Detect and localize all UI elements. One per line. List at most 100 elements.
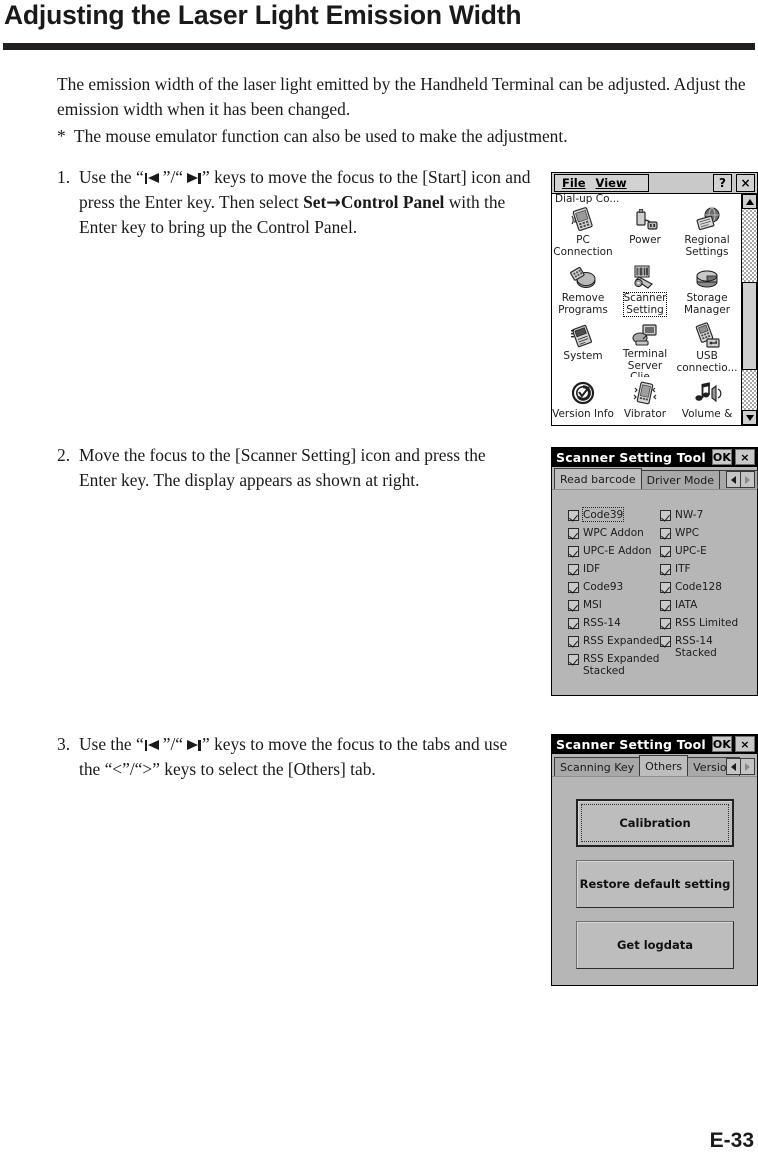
control-panel-item-storage-manager[interactable]: Storage Manager bbox=[676, 261, 738, 319]
tabstrip-read-barcode: Read barcode Driver Mode Read bbox=[552, 467, 758, 489]
control-panel-item-volume-and-sounds[interactable]: Volume & bbox=[676, 377, 738, 425]
titlebar-buttons: OK × bbox=[712, 449, 755, 465]
scanner-setting-tool-window-read-barcode[interactable]: Scanner Setting Tool OK × Read barcode D… bbox=[551, 447, 758, 696]
checkbox-itf[interactable]: ITF bbox=[660, 562, 752, 580]
checkbox-msi[interactable]: MSI bbox=[568, 598, 660, 616]
tab-scanning-key[interactable]: Scanning Key bbox=[554, 757, 641, 776]
checkbox-checked-icon[interactable] bbox=[660, 528, 671, 539]
tab-read-barcode[interactable]: Read barcode bbox=[554, 468, 642, 489]
checkbox-checked-icon[interactable] bbox=[660, 510, 671, 521]
control-panel-window[interactable]: File View ? × Dial-up Co... PC Connectio… bbox=[551, 172, 758, 426]
previous-key-icon bbox=[144, 173, 162, 184]
scrollbar-thumb[interactable] bbox=[742, 282, 757, 370]
restore-default-setting-button[interactable]: Restore default setting bbox=[576, 860, 734, 908]
checkbox-rss14-stacked[interactable]: RSS-14 Stacked bbox=[660, 634, 752, 659]
tab-driver-mode[interactable]: Driver Mode bbox=[640, 470, 720, 489]
checkbox-nw7[interactable]: NW-7 bbox=[660, 508, 752, 526]
checkbox-rss-expanded-stacked[interactable]: RSS Expanded Stacked bbox=[568, 652, 660, 678]
menu-item-view[interactable]: View bbox=[596, 176, 627, 190]
checkbox-checked-icon[interactable] bbox=[660, 546, 671, 557]
checkbox-label: UPC-E Addon bbox=[583, 545, 652, 557]
checkbox-iata[interactable]: IATA bbox=[660, 598, 752, 616]
previous-key-icon bbox=[144, 740, 162, 751]
remove-programs-icon bbox=[568, 263, 598, 293]
control-panel-item-label: Version Info bbox=[552, 409, 614, 420]
checkbox-checked-icon[interactable] bbox=[660, 582, 671, 593]
step-1-text-part1: Use the “ bbox=[79, 167, 144, 187]
checkbox-code128[interactable]: Code128 bbox=[660, 580, 752, 598]
checkbox-checked-icon[interactable] bbox=[568, 582, 579, 593]
checkbox-checked-icon[interactable] bbox=[660, 600, 671, 611]
tab-scroll-right-icon[interactable] bbox=[740, 471, 755, 488]
checkbox-checked-icon[interactable] bbox=[568, 510, 579, 521]
checkbox-checked-icon[interactable] bbox=[568, 654, 579, 665]
checkbox-rss14[interactable]: RSS-14 bbox=[568, 616, 660, 634]
tab-others[interactable]: Others bbox=[639, 755, 689, 776]
checkbox-checked-icon[interactable] bbox=[568, 636, 579, 647]
scanner-window-titlebar: Scanner Setting Tool OK × bbox=[552, 448, 757, 467]
control-panel-item-system[interactable]: System bbox=[552, 319, 614, 377]
control-panel-vertical-scrollbar[interactable] bbox=[741, 194, 757, 425]
step-3: 3. Use the “”/“” keys to move the focus … bbox=[57, 732, 527, 781]
help-icon[interactable]: ? bbox=[713, 174, 732, 192]
checkbox-wpc-addon[interactable]: WPC Addon bbox=[568, 526, 660, 544]
terminal-server-client-icon bbox=[630, 321, 660, 349]
checkbox-checked-icon[interactable] bbox=[568, 546, 579, 557]
tab-scroll-buttons[interactable] bbox=[726, 758, 755, 775]
scanner-setting-tool-window-others[interactable]: Scanner Setting Tool OK × Scanning Key O… bbox=[551, 734, 758, 986]
control-panel-item-pc-connection[interactable]: PC Connection bbox=[552, 203, 614, 261]
control-panel-item-label: Volume & bbox=[681, 409, 733, 420]
checkbox-upce-addon[interactable]: UPC-E Addon bbox=[568, 544, 660, 562]
control-panel-item-regional-settings[interactable]: Regional Settings bbox=[676, 203, 738, 261]
checkbox-checked-icon[interactable] bbox=[660, 564, 671, 575]
checkbox-rss-limited[interactable]: RSS Limited bbox=[660, 616, 752, 634]
calibration-button[interactable]: Calibration bbox=[576, 799, 734, 847]
menu-item-file[interactable]: File bbox=[562, 176, 586, 190]
control-panel-item-vibrator[interactable]: Vibrator bbox=[614, 377, 676, 425]
title-rule bbox=[3, 43, 755, 50]
step-3-text-part1: Use the “ bbox=[79, 734, 144, 754]
step-1: 1. Use the “”/“” keys to move the focus … bbox=[57, 165, 537, 240]
scroll-up-icon[interactable] bbox=[742, 194, 757, 209]
scroll-down-icon[interactable] bbox=[742, 410, 757, 425]
checkbox-wpc[interactable]: WPC bbox=[660, 526, 752, 544]
checkbox-checked-icon[interactable] bbox=[568, 528, 579, 539]
tabstrip-others: Scanning Key Others Version bbox=[552, 754, 757, 776]
control-panel-menubar[interactable]: File View bbox=[554, 174, 649, 192]
checkbox-code39[interactable]: Code39 bbox=[568, 507, 660, 526]
power-icon bbox=[630, 205, 660, 235]
checkbox-checked-icon[interactable] bbox=[568, 564, 579, 575]
control-panel-item-version-info[interactable]: Version Info bbox=[552, 377, 614, 425]
checkbox-checked-icon[interactable] bbox=[568, 600, 579, 611]
checkbox-checked-icon[interactable] bbox=[660, 618, 671, 629]
checkbox-idf[interactable]: IDF bbox=[568, 562, 660, 580]
tab-scroll-left-icon[interactable] bbox=[726, 471, 741, 488]
checkbox-checked-icon[interactable] bbox=[660, 636, 671, 647]
checkbox-code93[interactable]: Code93 bbox=[568, 580, 660, 598]
control-panel-item-power[interactable]: Power bbox=[614, 203, 676, 261]
control-panel-item-terminal-server-client[interactable]: Terminal Server Clie... bbox=[614, 319, 676, 377]
checkbox-upce[interactable]: UPC-E bbox=[660, 544, 752, 562]
checkbox-label: RSS Limited bbox=[675, 617, 739, 629]
control-panel-item-usb-connection[interactable]: USB connectio... bbox=[676, 319, 738, 377]
control-panel-item-remove-programs[interactable]: Remove Programs bbox=[552, 261, 614, 319]
checkbox-rss-expanded[interactable]: RSS Expanded bbox=[568, 634, 660, 652]
checkbox-checked-icon[interactable] bbox=[568, 618, 579, 629]
checkbox-label: MSI bbox=[583, 599, 602, 611]
control-panel-item-scanner-setting[interactable]: Scanner Setting bbox=[614, 261, 676, 319]
step-1-bold-control-panel: Control Panel bbox=[340, 191, 445, 212]
ok-button[interactable]: OK bbox=[712, 736, 732, 752]
close-icon[interactable]: × bbox=[735, 449, 755, 465]
close-icon[interactable]: × bbox=[735, 736, 755, 752]
ok-button[interactable]: OK bbox=[712, 449, 732, 465]
tab-scroll-left-icon[interactable] bbox=[726, 758, 741, 775]
tab-scroll-right-icon[interactable] bbox=[740, 758, 755, 775]
get-logdata-button[interactable]: Get logdata bbox=[576, 921, 734, 969]
note-marker: * bbox=[57, 126, 66, 146]
read-barcode-tab-page: Code39 NW-7 WPC Addon WPC UPC-E Addon UP… bbox=[552, 489, 757, 695]
checkbox-label: RSS Expanded Stacked bbox=[583, 653, 660, 677]
others-tab-page: Calibration Restore default setting Get … bbox=[552, 776, 757, 985]
checkbox-label: NW-7 bbox=[675, 509, 704, 521]
tab-scroll-buttons[interactable] bbox=[726, 471, 755, 488]
close-icon[interactable]: × bbox=[736, 174, 755, 192]
